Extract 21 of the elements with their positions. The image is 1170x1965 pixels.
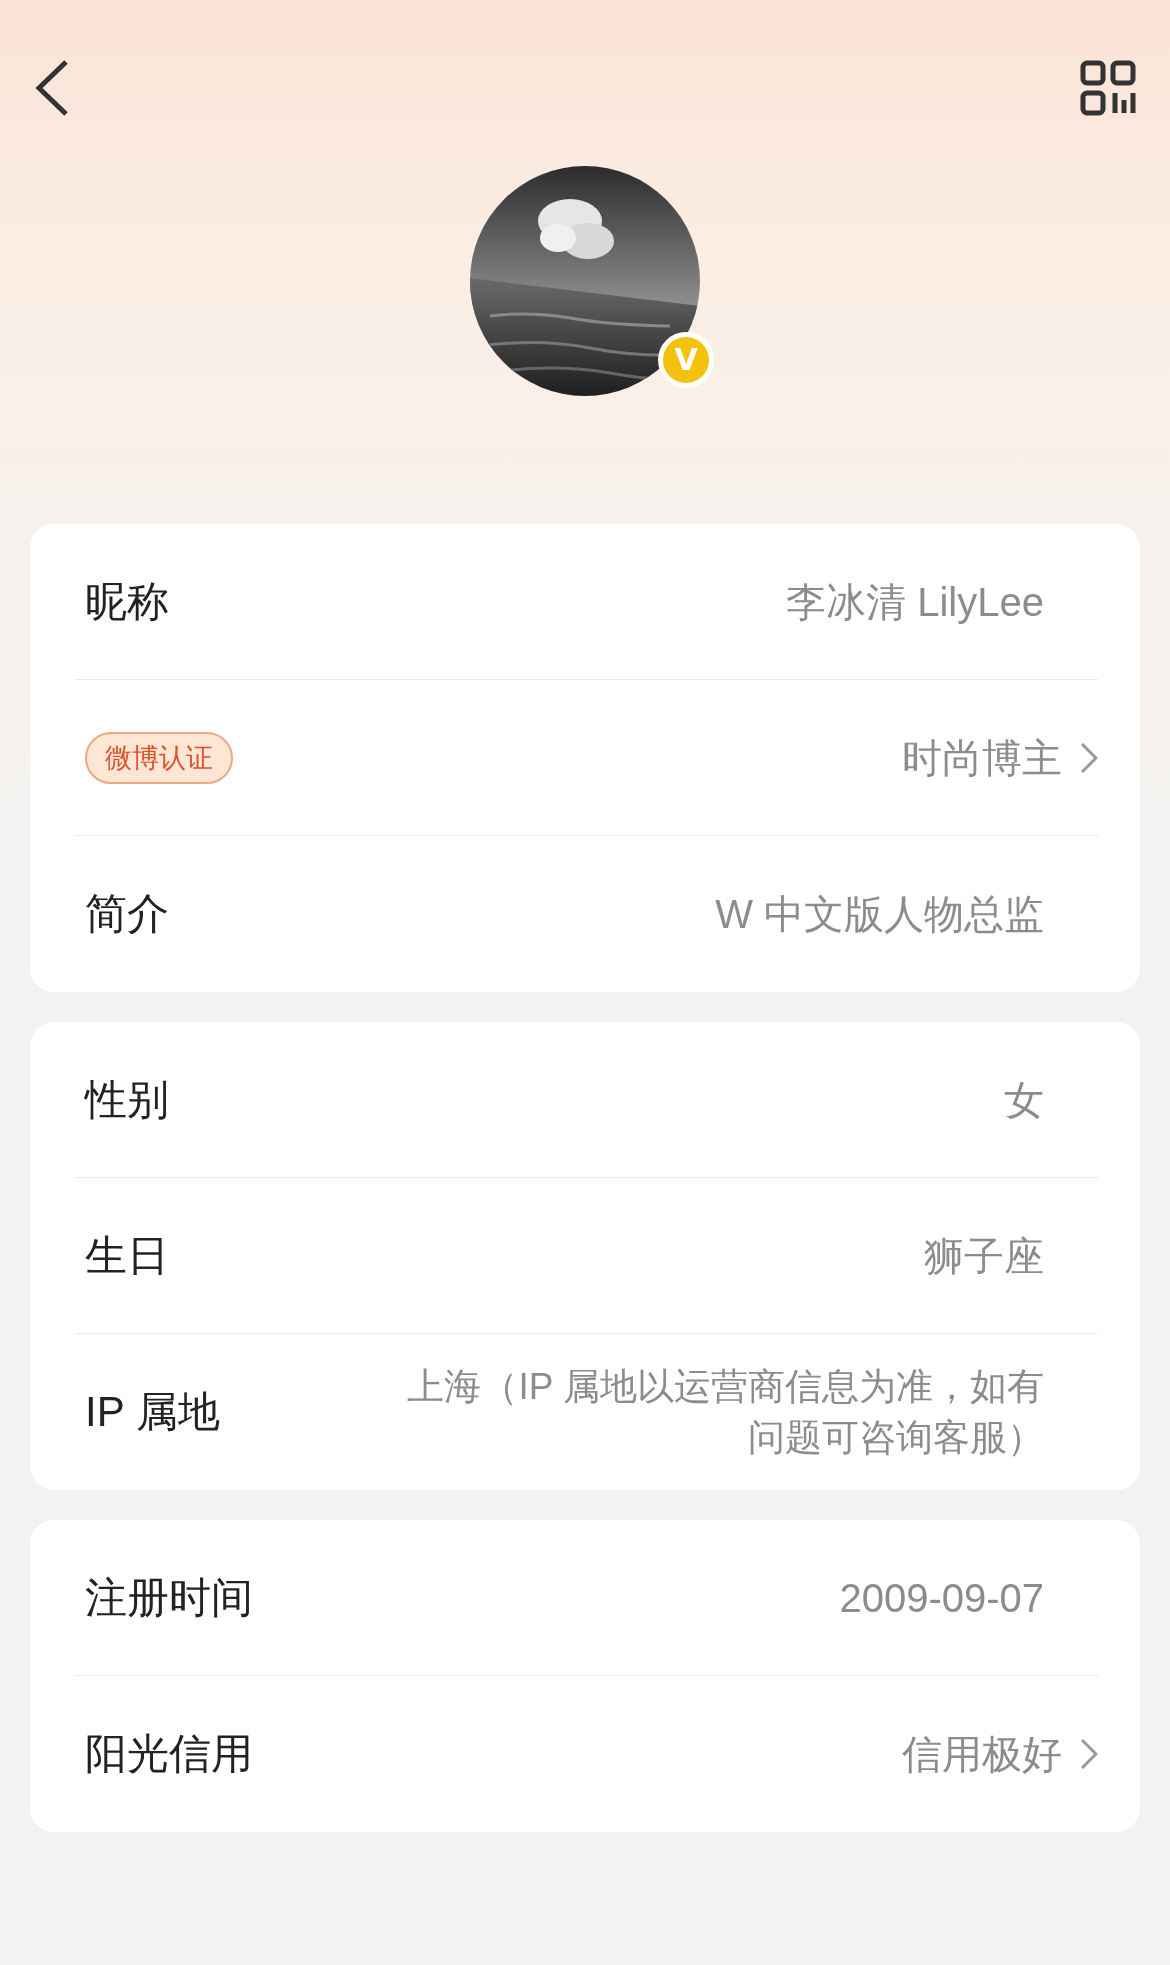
field-label: 简介 [85,889,169,939]
field-value: 狮子座 [923,1232,1044,1280]
verification-badge: 微博认证 [85,731,233,784]
field-value: W 中文版人物总监 [714,891,1044,938]
verified-badge: V [658,332,714,388]
field-value: 信用极好 [901,1731,1062,1778]
back-icon[interactable] [34,59,70,117]
field-value: 李冰清 LilyLee [785,578,1044,626]
qr-code-icon[interactable] [1080,60,1136,116]
field-label: 昵称 [85,576,169,627]
chevron-right-icon[interactable] [1080,1738,1098,1770]
field-label: 性别 [85,1074,169,1125]
field-value: 上海（IP 属地以运营商信息为准，如有问题可咨询客服） [406,1365,1044,1460]
field-label: 阳光信用 [85,1729,253,1779]
field-label: 生日 [85,1230,169,1281]
field-label: IP 属地 [85,1387,220,1437]
field-value: 女 [1003,1076,1044,1124]
field-value: 时尚博主 [901,734,1062,782]
chevron-right-icon[interactable] [1080,741,1098,774]
field-label: 注册时间 [85,1572,253,1623]
field-value: 2009-09-07 [838,1574,1044,1622]
